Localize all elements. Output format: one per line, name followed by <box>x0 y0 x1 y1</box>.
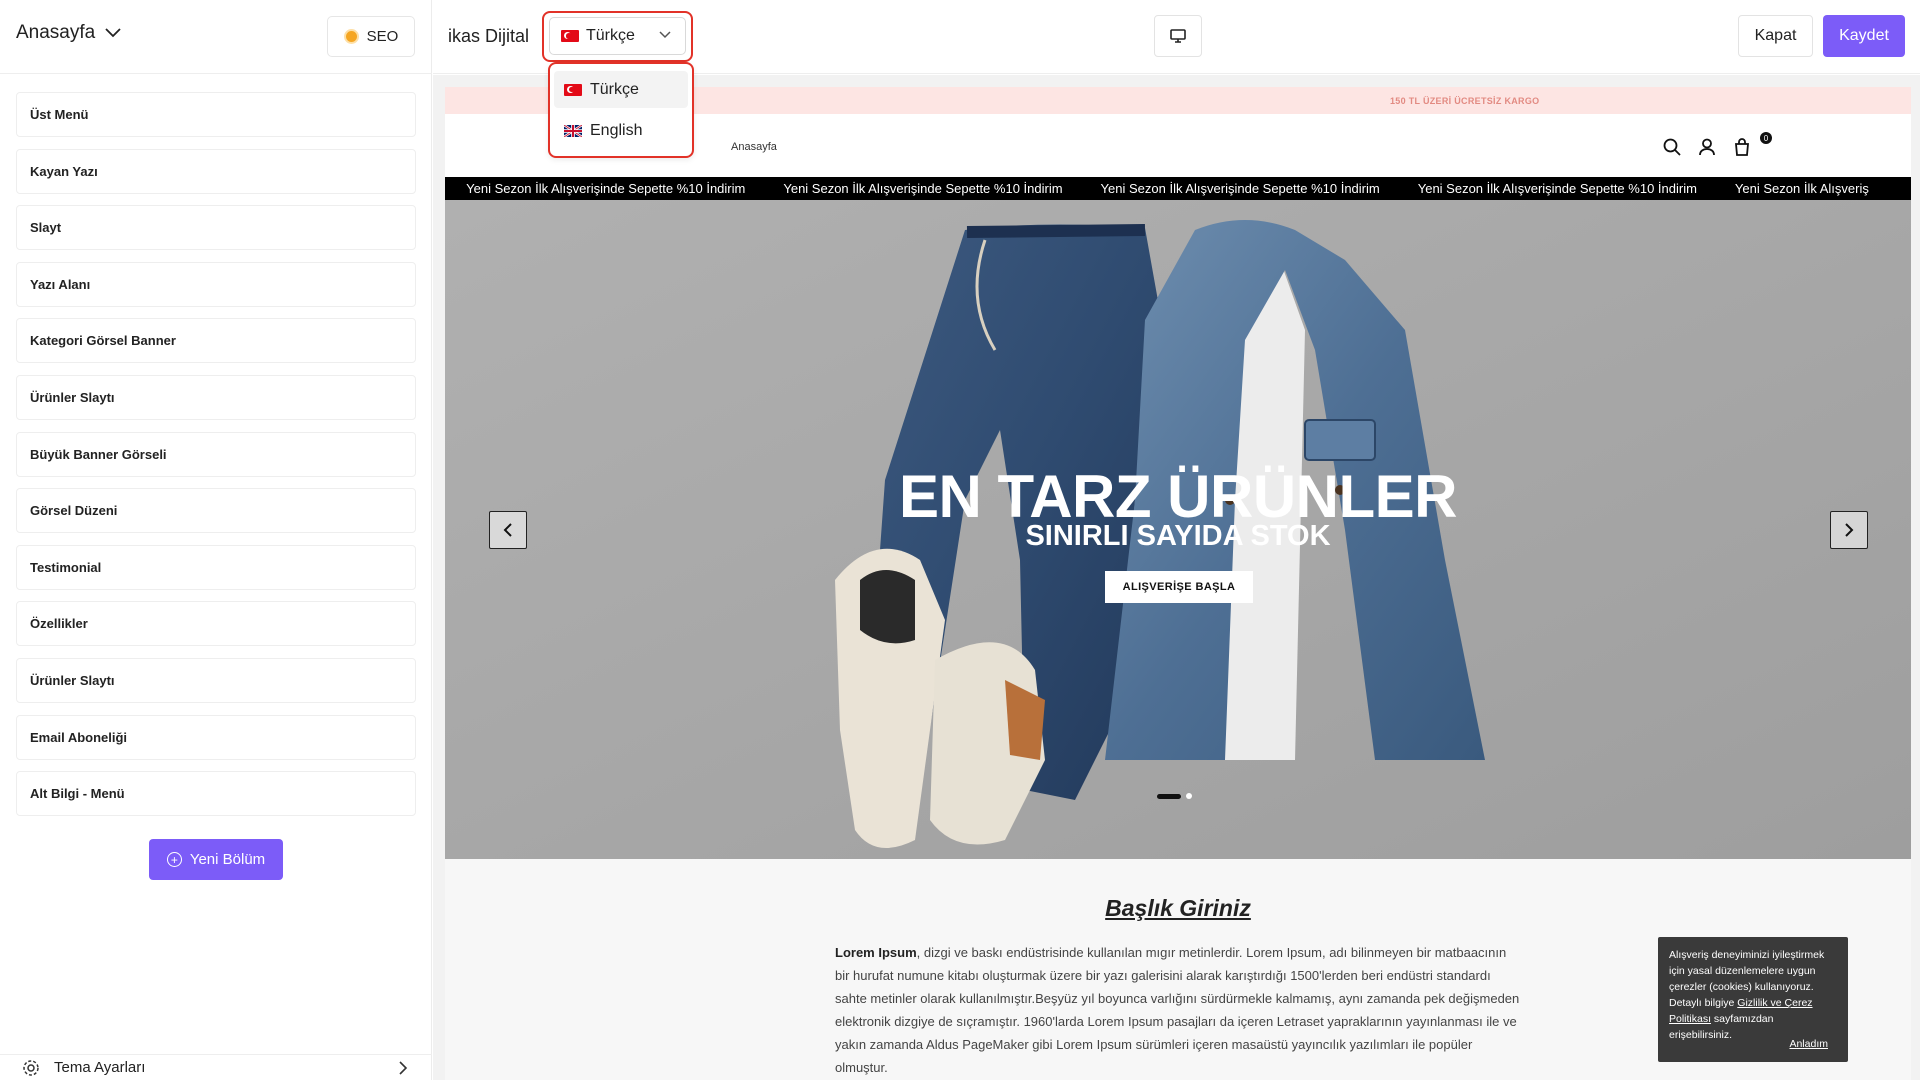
section-item[interactable]: Kategori Görsel Banner <box>16 318 416 364</box>
cart-icon <box>1735 138 1749 156</box>
theme-settings-link[interactable]: Tema Ayarları <box>0 1054 432 1080</box>
slider-next-button[interactable] <box>1830 511 1868 549</box>
section-item[interactable]: Email Aboneliği <box>16 714 416 760</box>
marquee-item: Yeni Sezon İlk Alışverişinde Sepette %10… <box>783 181 1063 196</box>
section-item[interactable]: Özellikler <box>16 601 416 647</box>
slider-prev-button[interactable] <box>489 511 527 549</box>
chevron-down-icon <box>105 28 121 38</box>
sidebar-header: Anasayfa SEO <box>0 0 432 74</box>
page-selector-label: Anasayfa <box>16 22 96 43</box>
slider-dot-active[interactable] <box>1157 793 1181 799</box>
text-section-heading: Başlık Giriniz <box>1105 895 1251 921</box>
language-select[interactable]: Türkçe <box>549 17 686 55</box>
hero-subtitle: SINIRLI SAYIDA STOK <box>1025 520 1331 552</box>
hero-slider: EN TARZ ÜRÜNLER SINIRLI SAYIDA STOK ALIŞ… <box>445 200 1911 859</box>
cookie-banner: Alışveriş deneyiminizi iyileştirmek için… <box>1658 937 1848 1062</box>
section-item[interactable]: Alt Bilgi - Menü <box>16 771 416 817</box>
seo-label: SEO <box>366 28 399 45</box>
section-item[interactable]: Testimonial <box>16 544 416 590</box>
marquee-bar: dirimYeni Sezon İlk Alışverişinde Sepett… <box>445 177 1911 200</box>
language-option-label: Türkçe <box>590 80 639 98</box>
preview-area: 150 TL ÜZERİ ÜCRETSİZ KARGO ikas Anasayf… <box>433 75 1920 1080</box>
new-section-label: Yeni Bölüm <box>189 851 266 868</box>
language-option-english[interactable]: English <box>554 112 688 149</box>
cart-count-badge: 0 <box>1760 132 1772 144</box>
announcement-text: 150 TL ÜZERİ ÜCRETSİZ KARGO <box>1390 95 1540 106</box>
chevron-left-icon <box>503 523 512 537</box>
section-item[interactable]: Kayan Yazı <box>16 148 416 194</box>
chevron-right-icon <box>399 1061 408 1075</box>
section-item[interactable]: Slayt <box>16 205 416 251</box>
marquee-item: Yeni Sezon İlk Alışverişinde Sepette %10… <box>466 181 746 196</box>
desktop-icon <box>1170 29 1186 43</box>
section-item[interactable]: Büyük Banner Görseli <box>16 431 416 477</box>
marquee-track: dirimYeni Sezon İlk Alışverişinde Sepett… <box>445 181 1907 196</box>
seo-status-icon <box>343 29 359 44</box>
marquee-item: Yeni Sezon İlk Alışverişinde Sepette %10… <box>1417 181 1697 196</box>
section-item[interactable]: Görsel Düzeni <box>16 488 416 534</box>
flag-tr-icon <box>561 30 579 42</box>
flag-uk-icon <box>564 124 582 137</box>
close-button[interactable]: Kapat <box>1738 15 1813 57</box>
store-preview: 150 TL ÜZERİ ÜCRETSİZ KARGO ikas Anasayf… <box>445 87 1911 1080</box>
gear-icon <box>23 1059 39 1076</box>
seo-button[interactable]: SEO <box>327 16 415 57</box>
slider-dot[interactable] <box>1186 793 1192 799</box>
language-option-turkish[interactable]: Türkçe <box>554 71 688 108</box>
section-item[interactable]: Yazı Alanı <box>16 261 416 307</box>
theme-editor: Anasayfa SEO Üst Menü Kayan Yazı Slayt Yazı… <box>0 0 1920 1080</box>
header-icons: 0 <box>1663 132 1772 161</box>
save-button[interactable]: Kaydet <box>1823 15 1905 57</box>
device-preview-button[interactable] <box>1154 15 1202 57</box>
marquee-item: Yeni Sezon İlk Alışverişinde Sepette %10… <box>1100 181 1380 196</box>
nav-link-home[interactable]: Anasayfa <box>731 141 777 153</box>
cookie-accept-button[interactable]: Anladım <box>1789 1036 1828 1052</box>
sidebar: Anasayfa SEO Üst Menü Kayan Yazı Slayt Yazı… <box>0 0 432 1080</box>
page-selector[interactable]: Anasayfa <box>16 22 121 44</box>
user-icon[interactable] <box>1698 138 1716 156</box>
language-dropdown: Türkçe English <box>548 62 694 158</box>
text-body-bold: Lorem Ipsum <box>835 945 917 960</box>
store-name: ikas Dijital <box>448 26 530 46</box>
chevron-down-icon <box>659 31 671 39</box>
section-item[interactable]: Ürünler Slaytı <box>16 657 416 703</box>
text-section-body: Lorem Ipsum, dizgi ve baskı endüstrisind… <box>835 941 1523 1079</box>
slider-dots <box>1157 793 1192 799</box>
search-icon[interactable] <box>1663 138 1681 156</box>
text-body-content: , dizgi ve baskı endüstrisinde kullanıla… <box>835 945 1520 1075</box>
cart-button[interactable]: 0 <box>1733 132 1772 161</box>
language-option-label: English <box>590 121 643 139</box>
language-select-value: Türkçe <box>586 27 635 44</box>
plus-circle-icon: + <box>166 852 182 867</box>
new-section-button[interactable]: + Yeni Bölüm <box>149 839 283 880</box>
chevron-right-icon <box>1845 523 1854 537</box>
theme-settings-label: Tema Ayarları <box>54 1059 146 1076</box>
section-item[interactable]: Üst Menü <box>16 92 416 137</box>
hero-cta-button[interactable]: ALIŞVERİŞE BAŞLA <box>1105 571 1253 603</box>
section-item[interactable]: Ürünler Slaytı <box>16 374 416 420</box>
flag-tr-icon <box>564 83 582 96</box>
marquee-item: Yeni Sezon İlk Alışveriş <box>1734 181 1869 196</box>
section-list: Üst Menü Kayan Yazı Slayt Yazı Alanı Kategor… <box>16 92 416 828</box>
